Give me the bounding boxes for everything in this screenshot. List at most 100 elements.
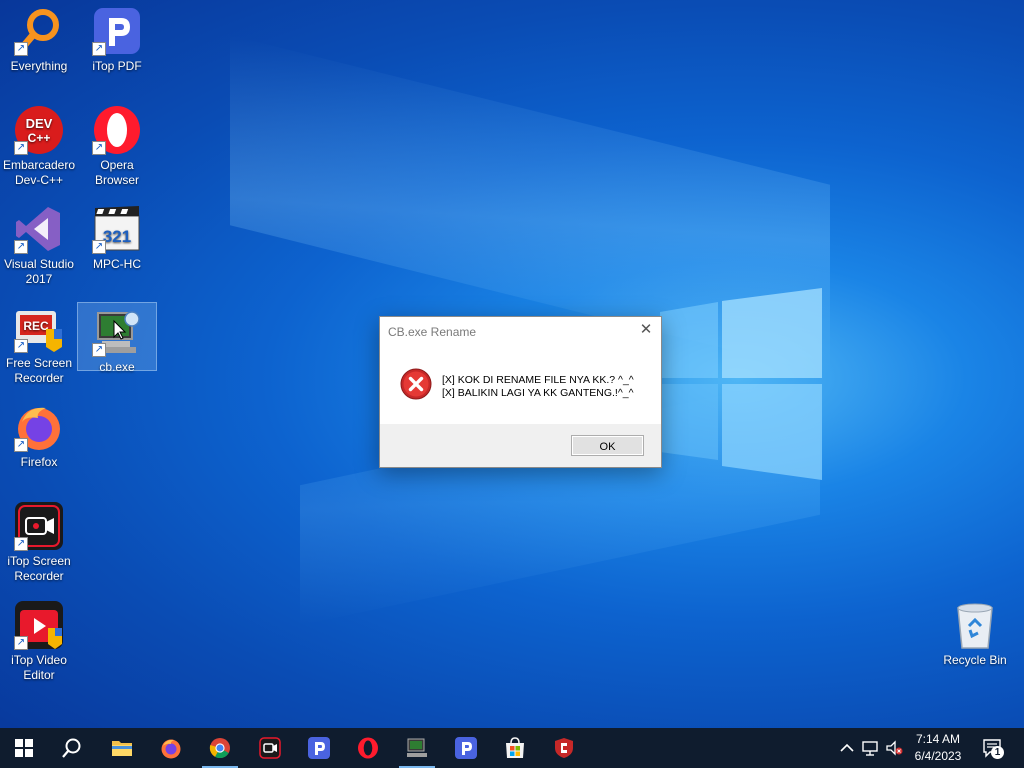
desktop-icon-free-screen-recorder[interactable]: REC ↗ Free Screen Recorder <box>0 299 78 386</box>
shortcut-arrow-icon: ↗ <box>14 141 28 155</box>
icon-label: cb.exe <box>99 360 135 374</box>
chrome-icon <box>209 738 230 759</box>
itop-pdf-icon: ↗ <box>92 6 142 56</box>
shortcut-arrow-icon: ↗ <box>14 42 28 56</box>
desktop-icon-devcpp[interactable]: DEV C++ ↗ Embarcadero Dev-C++ <box>0 101 78 188</box>
taskbar-itop-pdf-2[interactable] <box>442 728 490 768</box>
itop-screen-recorder-icon: ↗ <box>14 501 64 551</box>
icon-label-line2: 2017 <box>25 272 53 286</box>
shortcut-arrow-icon: ↗ <box>14 240 28 254</box>
icon-label: Firefox <box>20 455 58 469</box>
cb-exe-icon <box>407 738 427 757</box>
icon-label: MPC-HC <box>93 257 141 271</box>
icon-label-line2: Dev-C++ <box>14 173 64 187</box>
clock-date: 6/4/2023 <box>914 749 962 763</box>
desktop-icon-itop-pdf[interactable]: ↗ iTop PDF <box>78 2 156 74</box>
icon-label-line1: Free Screen <box>5 356 73 370</box>
dialog-title: CB.exe Rename <box>388 325 477 339</box>
shortcut-arrow-icon: ↗ <box>14 636 28 650</box>
desktop-icon-recycle-bin[interactable]: Recycle Bin <box>936 596 1014 668</box>
close-icon[interactable]: ✕ <box>637 321 655 339</box>
cb-exe-icon: ↗ <box>92 307 142 357</box>
dialog-message-line2: [X] BALIKIN LAGI YA KK GANTENG.!^_^ <box>442 387 634 399</box>
taskbar-firefox[interactable] <box>147 728 195 768</box>
desktop-icon-opera[interactable]: ↗ Opera Browser <box>78 101 156 188</box>
devcpp-badge-line2: C++ <box>28 131 51 145</box>
icon-label: Recycle Bin <box>943 653 1007 667</box>
icon-label-line2: Editor <box>23 668 55 682</box>
taskbar-itop-screen-recorder[interactable] <box>246 728 294 768</box>
shortcut-arrow-icon: ↗ <box>92 343 106 357</box>
windows-logo-wallpaper <box>660 288 822 480</box>
recycle-bin-icon <box>950 600 1000 650</box>
network-icon[interactable] <box>861 738 879 758</box>
desktop-icon-itop-video-editor[interactable]: ↗ iTop Video Editor <box>0 596 78 683</box>
dialog-message-line1: [X] KOK DI RENAME FILE NYA KK.? ^_^ <box>442 374 634 386</box>
taskbar-file-explorer[interactable] <box>98 728 146 768</box>
itop-pdf-icon <box>455 737 477 759</box>
icon-label-line1: Embarcadero <box>2 158 76 172</box>
everything-icon: ↗ <box>14 6 64 56</box>
taskbar-opera[interactable] <box>344 728 392 768</box>
taskbar-microsoft-store[interactable] <box>491 728 539 768</box>
desktop-icon-itop-screen-recorder[interactable]: ↗ iTop Screen Recorder <box>0 497 78 584</box>
chevron-up-icon[interactable] <box>838 738 856 758</box>
desktop-icon-firefox[interactable]: ↗ Firefox <box>0 398 78 470</box>
desktop-icon-everything[interactable]: ↗ Everything <box>0 2 78 74</box>
search-button[interactable] <box>48 728 96 768</box>
icon-label-line1: iTop Video <box>11 653 67 667</box>
windows-start-icon <box>15 739 33 757</box>
icon-label: Everything <box>10 59 68 73</box>
icon-label-line2: Browser <box>94 173 139 187</box>
taskbar-cb-shield[interactable] <box>540 728 588 768</box>
rec-badge: REC <box>23 319 49 333</box>
taskbar-cb-exe[interactable] <box>393 728 441 768</box>
firefox-icon <box>161 739 181 759</box>
clock-time: 7:14 AM <box>915 732 961 746</box>
icon-label-line2: Recorder <box>14 569 64 583</box>
taskbar-itop-pdf[interactable] <box>295 728 343 768</box>
shield-icon <box>555 738 573 758</box>
shortcut-arrow-icon: ↗ <box>14 438 28 452</box>
icon-label-line1: iTop Screen <box>7 554 71 568</box>
itop-screen-recorder-icon <box>259 737 281 759</box>
desktop-icon-cb-exe[interactable]: ↗ cb.exe <box>77 302 157 374</box>
volume-muted-icon[interactable] <box>885 738 903 758</box>
ok-button[interactable]: OK <box>571 435 644 456</box>
error-dialog[interactable]: CB.exe Rename ✕ [X] KOK DI RENAME FILE N… <box>379 316 662 468</box>
store-icon <box>506 737 524 758</box>
icon-label-line2: Recorder <box>14 371 64 385</box>
desktop-icon-mpc-hc[interactable]: 321 ↗ MPC-HC <box>78 200 156 272</box>
shortcut-arrow-icon: ↗ <box>92 141 106 155</box>
dialog-footer: OK <box>380 424 661 467</box>
devcpp-badge-line1: DEV <box>26 116 53 131</box>
folder-icon <box>112 741 132 756</box>
notification-center-button[interactable]: 1 <box>982 737 1004 759</box>
taskbar: 7:14 AM 6/4/2023 1 <box>0 728 1024 768</box>
free-screen-recorder-icon: REC ↗ <box>14 303 64 353</box>
taskbar-chrome[interactable] <box>196 728 244 768</box>
mpc-badge: 321 <box>103 227 131 246</box>
opera-icon: ↗ <box>92 105 142 155</box>
desktop-icon-visual-studio[interactable]: ↗ Visual Studio 2017 <box>0 200 78 287</box>
mpc-hc-icon: 321 ↗ <box>92 204 142 254</box>
shortcut-arrow-icon: ↗ <box>14 339 28 353</box>
shortcut-arrow-icon: ↗ <box>14 537 28 551</box>
icon-label: iTop PDF <box>92 59 142 73</box>
error-icon <box>400 368 432 400</box>
icon-label-line1: Visual Studio <box>4 257 74 271</box>
itop-pdf-icon <box>308 737 330 759</box>
shortcut-arrow-icon: ↗ <box>92 240 106 254</box>
opera-icon <box>358 737 378 759</box>
shortcut-arrow-icon: ↗ <box>92 42 106 56</box>
search-icon <box>62 738 81 758</box>
notification-count-badge: 1 <box>991 746 1004 759</box>
firefox-icon: ↗ <box>14 402 64 452</box>
desktop[interactable]: ↗ Everything DEV C++ ↗ Embarcadero Dev-C… <box>0 0 1024 728</box>
devcpp-icon: DEV C++ ↗ <box>14 105 64 155</box>
visual-studio-icon: ↗ <box>14 204 64 254</box>
taskbar-clock[interactable]: 7:14 AM 6/4/2023 <box>905 731 971 765</box>
icon-label-line1: Opera <box>100 158 134 172</box>
start-button[interactable] <box>0 728 48 768</box>
itop-video-editor-icon: ↗ <box>14 600 64 650</box>
